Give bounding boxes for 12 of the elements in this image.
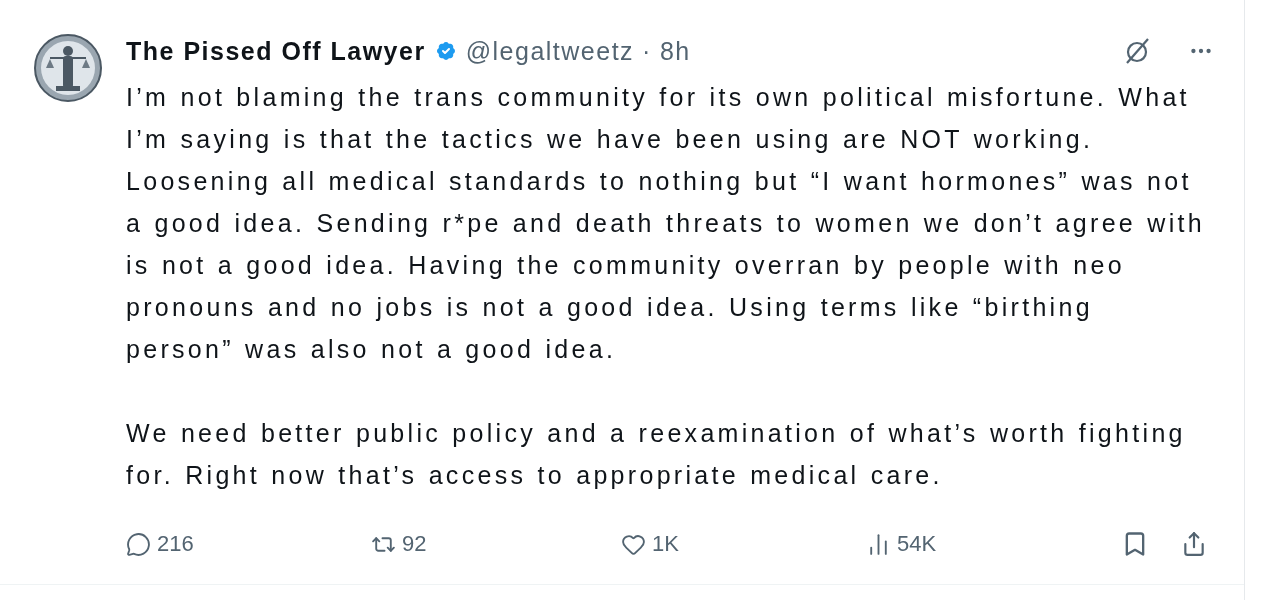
post-time[interactable]: 8h (659, 36, 691, 66)
like-button[interactable]: 1K (621, 531, 679, 557)
reply-button[interactable]: 216 (126, 531, 194, 557)
speech-bubble-icon (126, 531, 151, 557)
post-text: We need better public policy and a reexamination of what’s worth fighting for. Right now that’s access to appropriate medical care. (126, 418, 1187, 491)
author-name[interactable]: The Pissed Off Lawyer (126, 36, 426, 66)
avatar[interactable] (34, 34, 102, 102)
author-handle[interactable]: @legaltweetz (465, 36, 635, 66)
repost-button[interactable]: 92 (371, 531, 427, 557)
views-button[interactable]: 54K (866, 531, 937, 557)
post-text: I’m not blaming the trans community for its own political misfortune. What I’m saying is that the tactics we have been using are NOT working. Loosening all medical standards to nothing but “I want hormones” was not a good idea. Sending r*pe and death threats to women we don’t agree with is not a good idea. Having the community overran by people with neo pronouns and no jobs is not a good idea. Using terms like “birthing person” was also not a good idea. (126, 82, 1206, 365)
separator: · (642, 36, 652, 66)
